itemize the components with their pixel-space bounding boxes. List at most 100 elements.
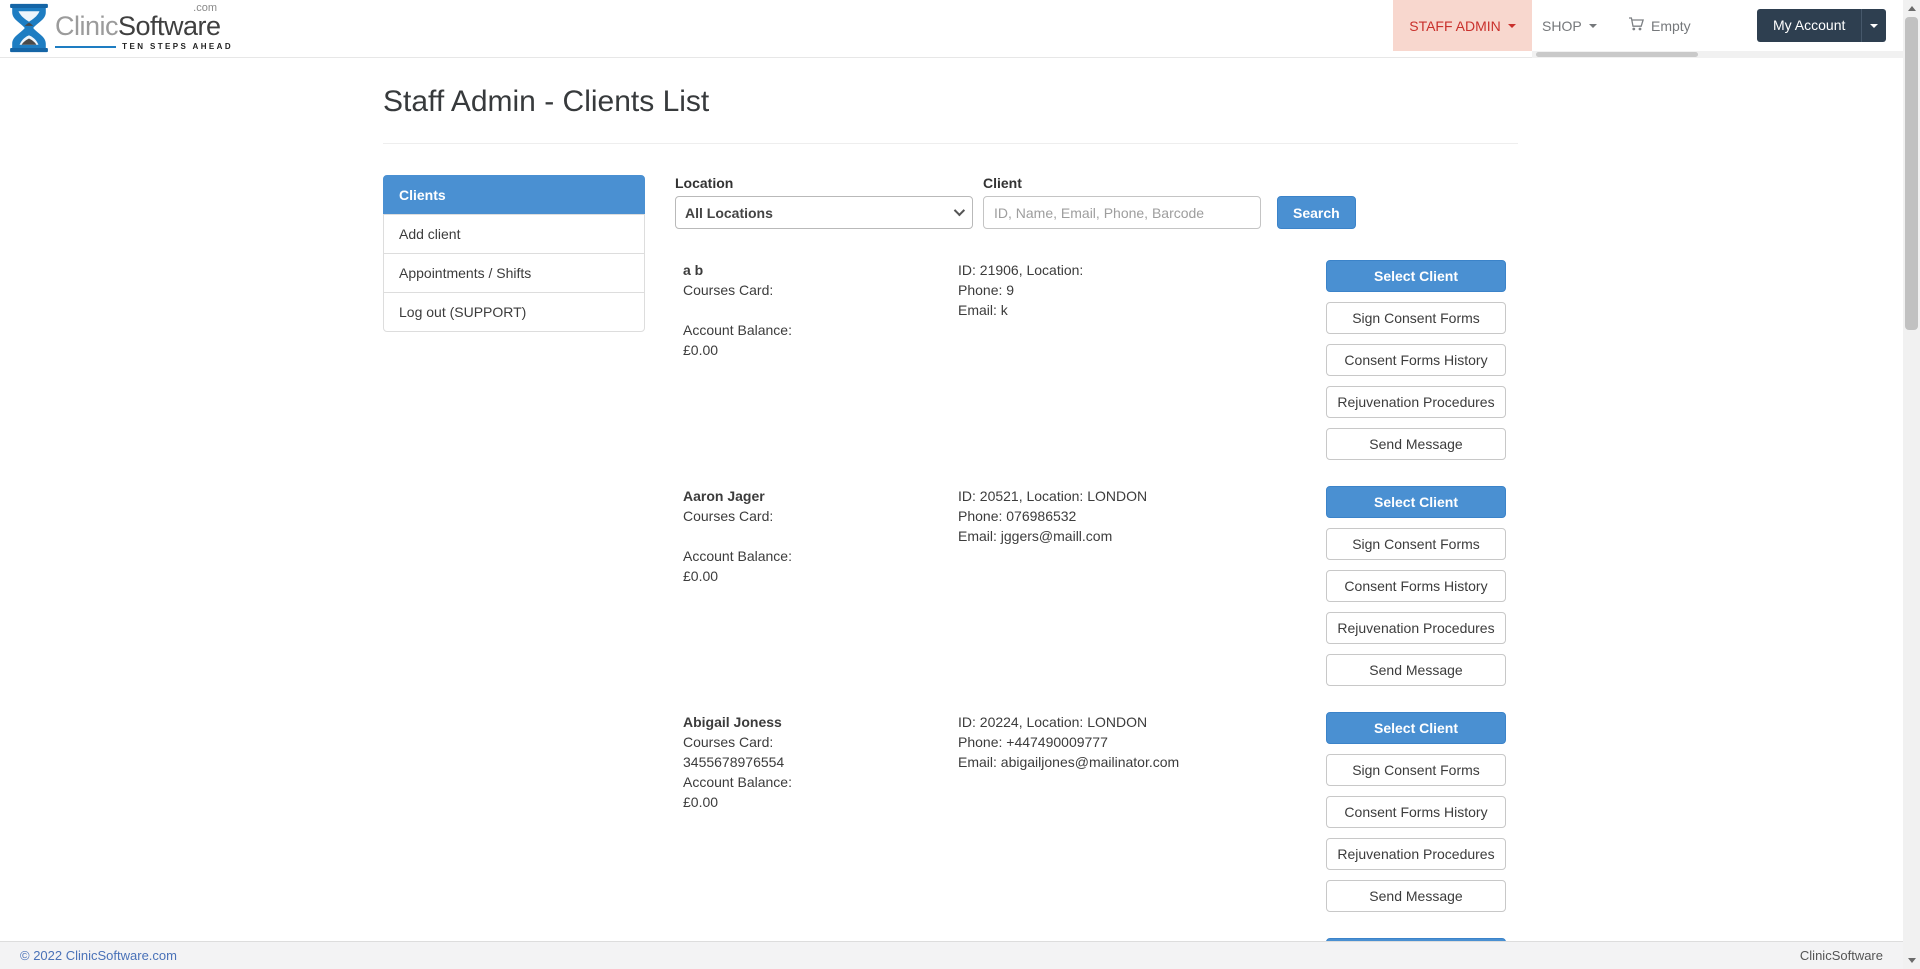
logo-name-software: Software xyxy=(118,11,221,41)
sidebar-item-add-client[interactable]: Add client xyxy=(383,214,645,254)
my-account-button[interactable]: My Account xyxy=(1757,9,1861,42)
nav-horizontal-scrollbar-thumb[interactable] xyxy=(1536,52,1698,57)
location-filter-group: Location All Locations xyxy=(675,175,973,229)
courses-card-label: Courses Card: xyxy=(683,732,958,752)
scrollbar-down-arrow[interactable] xyxy=(1903,952,1920,969)
chevron-down-icon xyxy=(1589,24,1597,28)
rejuvenation-procedures-button[interactable]: Rejuvenation Procedures xyxy=(1326,386,1506,418)
footer: © 2022 ClinicSoftware.com ClinicSoftware xyxy=(0,941,1903,969)
filters-bar: Location All Locations Client Search xyxy=(675,175,1518,229)
client-info-column: Aaron Jager Courses Card: Account Balanc… xyxy=(675,486,958,696)
client-row: Aaron Jager Courses Card: Account Balanc… xyxy=(675,486,1518,696)
page-title: Staff Admin - Clients List xyxy=(383,85,1518,144)
client-row: a b Courses Card: Account Balance: £0.00… xyxy=(675,260,1518,470)
send-message-button[interactable]: Send Message xyxy=(1326,880,1506,912)
client-name: Aaron Jager xyxy=(683,486,958,506)
tagline-rule xyxy=(55,46,116,48)
chevron-down-icon xyxy=(1508,24,1516,28)
send-message-button[interactable]: Send Message xyxy=(1326,428,1506,460)
client-info-column: a b Courses Card: Account Balance: £0.00 xyxy=(675,260,958,470)
account-balance-value: £0.00 xyxy=(683,566,958,586)
client-id-location: ID: 20521, Location: LONDON xyxy=(958,486,1326,506)
hourglass-logo-icon xyxy=(8,3,50,58)
account-balance-value: £0.00 xyxy=(683,340,958,360)
nav-staff-admin-label: STAFF ADMIN xyxy=(1409,18,1501,34)
sign-consent-forms-button[interactable]: Sign Consent Forms xyxy=(1326,528,1506,560)
client-email: Email: abigailjones@mailinator.com xyxy=(958,752,1326,772)
chevron-down-icon xyxy=(1870,24,1878,28)
sign-consent-forms-button[interactable]: Sign Consent Forms xyxy=(1326,754,1506,786)
client-id-location: ID: 21906, Location: xyxy=(958,260,1326,280)
footer-copyright-link[interactable]: © 2022 ClinicSoftware.com xyxy=(20,948,177,963)
courses-card-value xyxy=(683,526,958,546)
consent-forms-history-button[interactable]: Consent Forms History xyxy=(1326,344,1506,376)
client-actions-column: Select Client Sign Consent Forms Consent… xyxy=(1326,486,1506,696)
vertical-scrollbar[interactable] xyxy=(1903,0,1920,969)
rejuvenation-procedures-button[interactable]: Rejuvenation Procedures xyxy=(1326,612,1506,644)
rejuvenation-procedures-button[interactable]: Rejuvenation Procedures xyxy=(1326,838,1506,870)
triangle-down-icon xyxy=(1908,958,1916,963)
location-select[interactable]: All Locations xyxy=(675,196,973,229)
courses-card-value: 3455678976554 xyxy=(683,752,958,772)
select-client-button[interactable]: Select Client xyxy=(1326,712,1506,744)
content-row: Clients Add client Appointments / Shifts… xyxy=(383,175,1518,969)
courses-card-label: Courses Card: xyxy=(683,280,958,300)
logo-text: .com ClinicSoftware TEN STEPS AHEAD xyxy=(55,3,233,51)
client-name: Abigail Joness xyxy=(683,712,958,732)
nav-horizontal-scrollbar[interactable] xyxy=(1532,51,1903,58)
client-actions-column: Select Client Sign Consent Forms Consent… xyxy=(1326,712,1506,922)
client-phone: Phone: 9 xyxy=(958,280,1326,300)
sidebar: Clients Add client Appointments / Shifts… xyxy=(383,175,645,332)
nav-shop-label: SHOP xyxy=(1542,18,1582,34)
select-client-button[interactable]: Select Client xyxy=(1326,486,1506,518)
client-contact-column: ID: 20224, Location: LONDON Phone: +4474… xyxy=(958,712,1326,922)
scrollbar-up-arrow[interactable] xyxy=(1903,0,1920,17)
page-container: Staff Admin - Clients List Clients Add c… xyxy=(383,0,1518,969)
cart-icon xyxy=(1628,16,1651,35)
tagline-text: TEN STEPS AHEAD xyxy=(122,42,233,51)
account-balance-label: Account Balance: xyxy=(683,772,958,792)
account-balance-value: £0.00 xyxy=(683,792,958,812)
search-button[interactable]: Search xyxy=(1277,196,1356,229)
courses-card-value xyxy=(683,300,958,320)
client-phone: Phone: 076986532 xyxy=(958,506,1326,526)
client-row: Abigail Joness Courses Card: 34556789765… xyxy=(675,712,1518,922)
client-search-input[interactable] xyxy=(983,196,1261,229)
nav-shop[interactable]: SHOP xyxy=(1542,0,1597,51)
send-message-button[interactable]: Send Message xyxy=(1326,654,1506,686)
my-account-dropdown-toggle[interactable] xyxy=(1861,9,1886,42)
vertical-scrollbar-thumb[interactable] xyxy=(1905,17,1918,330)
sign-consent-forms-button[interactable]: Sign Consent Forms xyxy=(1326,302,1506,334)
main-panel: Location All Locations Client Search a b xyxy=(675,175,1518,969)
courses-card-label: Courses Card: xyxy=(683,506,958,526)
consent-forms-history-button[interactable]: Consent Forms History xyxy=(1326,796,1506,828)
footer-brand-text: ClinicSoftware xyxy=(1800,948,1883,963)
client-actions-column: Select Client Sign Consent Forms Consent… xyxy=(1326,260,1506,470)
sidebar-item-log-out[interactable]: Log out (SUPPORT) xyxy=(383,292,645,332)
location-label: Location xyxy=(675,175,973,191)
header: .com ClinicSoftware TEN STEPS AHEAD STAF… xyxy=(0,0,1920,58)
logo[interactable]: .com ClinicSoftware TEN STEPS AHEAD xyxy=(8,3,233,58)
nav-staff-admin[interactable]: STAFF ADMIN xyxy=(1393,0,1532,51)
client-filter-group: Client xyxy=(983,175,1261,229)
location-select-wrap: All Locations xyxy=(675,196,973,229)
account-balance-label: Account Balance: xyxy=(683,546,958,566)
consent-forms-history-button[interactable]: Consent Forms History xyxy=(1326,570,1506,602)
logo-name: ClinicSoftware xyxy=(55,13,233,40)
client-contact-column: ID: 21906, Location: Phone: 9 Email: k xyxy=(958,260,1326,470)
client-phone: Phone: +447490009777 xyxy=(958,732,1326,752)
client-email: Email: k xyxy=(958,300,1326,320)
sidebar-item-appointments-shifts[interactable]: Appointments / Shifts xyxy=(383,253,645,293)
cart-status-label: Empty xyxy=(1651,18,1691,34)
client-label: Client xyxy=(983,175,1261,191)
client-name: a b xyxy=(683,260,958,280)
select-client-button[interactable]: Select Client xyxy=(1326,260,1506,292)
account-balance-label: Account Balance: xyxy=(683,320,958,340)
sidebar-item-clients[interactable]: Clients xyxy=(383,175,645,215)
triangle-up-icon xyxy=(1908,6,1916,11)
client-contact-column: ID: 20521, Location: LONDON Phone: 07698… xyxy=(958,486,1326,696)
my-account-split-button: My Account xyxy=(1757,9,1886,42)
nav-cart[interactable]: Empty xyxy=(1628,0,1691,51)
client-list: a b Courses Card: Account Balance: £0.00… xyxy=(675,260,1518,969)
logo-tagline: TEN STEPS AHEAD xyxy=(55,42,233,51)
